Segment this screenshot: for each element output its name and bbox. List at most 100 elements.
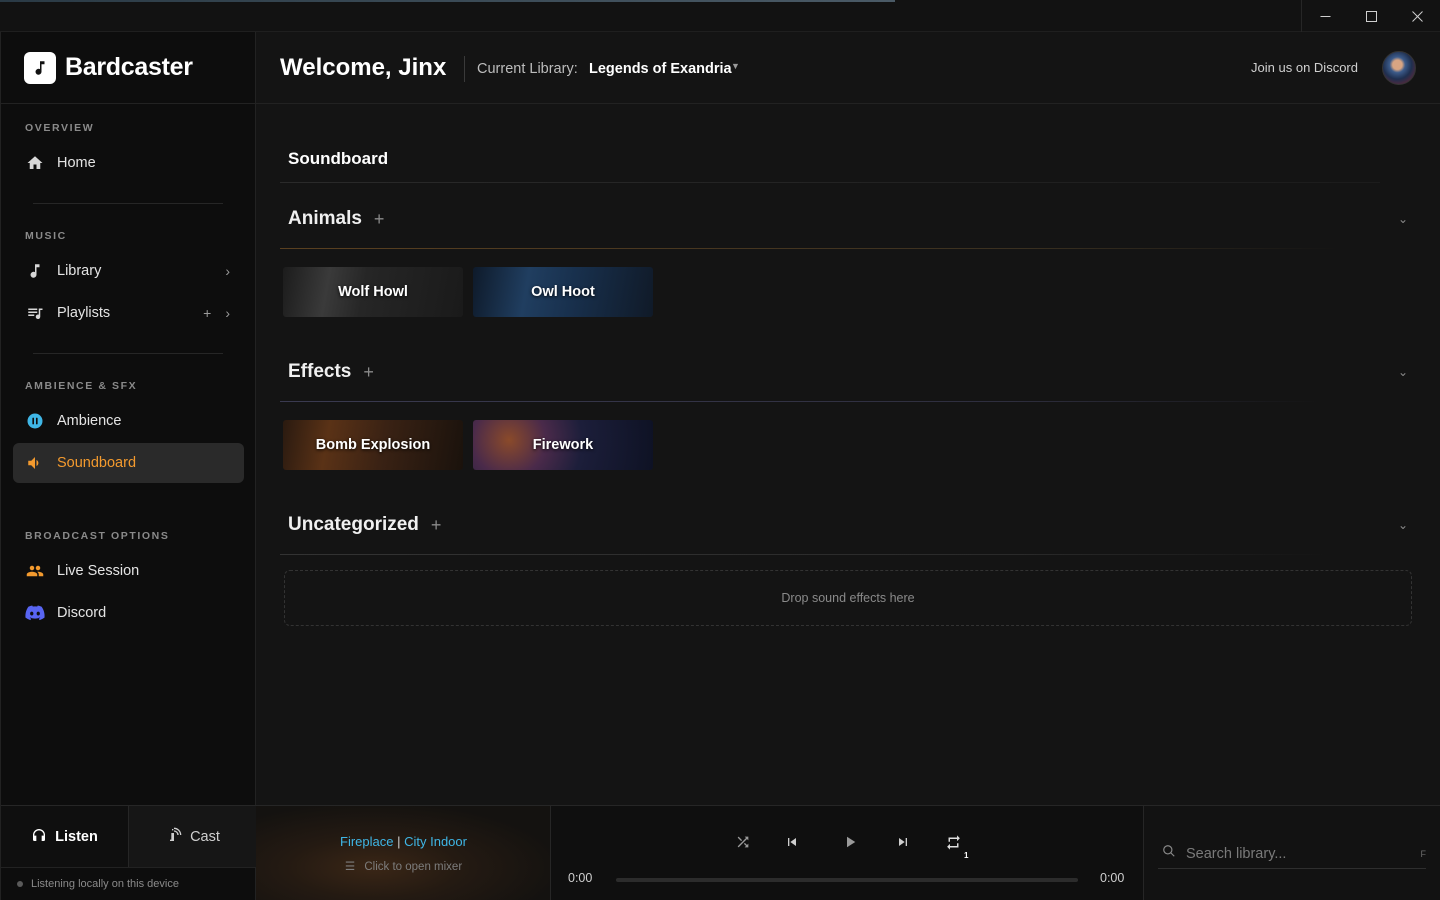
title-divider (280, 182, 1380, 183)
sidebar-item-soundboard[interactable]: Soundboard (13, 443, 244, 483)
category-divider (280, 401, 1320, 402)
sound-tile-bomb-explosion[interactable]: Bomb Explosion (283, 420, 463, 470)
library-label: Current Library: (477, 61, 578, 77)
section-label-overview: OVERVIEW (25, 122, 95, 134)
sound-label: Owl Hoot (531, 284, 595, 300)
track-separator: | (397, 834, 401, 849)
mode-switch: Listen Cast (1, 805, 257, 868)
maximize-icon (1365, 10, 1377, 22)
caret-down-icon[interactable]: ▼ (731, 61, 740, 71)
category-title: Effects (288, 361, 352, 382)
sidebar-item-discord[interactable]: Discord (13, 593, 244, 633)
mixer-hint[interactable]: ☰ Click to open mixer (256, 859, 551, 873)
listen-button[interactable]: Listen (1, 806, 129, 868)
loading-line (0, 0, 895, 2)
now-playing-tracks: Fireplace | City Indoor (256, 834, 551, 849)
sidebar: Bardcaster OVERVIEW Home MUSIC Library ›… (0, 32, 257, 900)
add-playlist-icon[interactable]: + (203, 305, 211, 321)
sidebar-item-home[interactable]: Home (13, 143, 244, 183)
search-shortcut-hint: F (1420, 848, 1427, 859)
window-controls (1301, 0, 1440, 32)
sidebar-item-library[interactable]: Library › (13, 251, 244, 291)
chevron-down-icon[interactable]: ⌄ (1398, 365, 1408, 379)
section-label-broadcast: BROADCAST OPTIONS (25, 530, 170, 542)
play-button[interactable] (838, 830, 862, 854)
listening-status: Listening locally on this device (1, 867, 257, 900)
add-sound-icon[interactable]: + (431, 515, 442, 536)
sound-label: Firework (532, 437, 594, 453)
sound-tile-firework[interactable]: Firework (473, 420, 653, 470)
chevron-right-icon: › (225, 263, 230, 279)
discord-link[interactable]: Join us on Discord (1251, 60, 1358, 75)
divider (33, 203, 223, 204)
header-divider (464, 56, 465, 82)
section-label-music: MUSIC (25, 230, 67, 242)
status-dot (17, 881, 23, 887)
chevron-right-icon: › (225, 305, 230, 321)
speaker-icon (25, 453, 45, 473)
header: Welcome, Jinx Current Library: Legends o… (256, 32, 1440, 104)
sound-tile-owl-hoot[interactable]: Owl Hoot (473, 267, 653, 317)
chevron-down-icon[interactable]: ⌄ (1398, 518, 1408, 532)
repeat-count: 1 (964, 851, 969, 860)
previous-button[interactable] (780, 830, 804, 854)
sidebar-item-label: Soundboard (57, 455, 137, 471)
drop-zone[interactable]: Drop sound effects here (284, 570, 1412, 626)
library-selector[interactable]: Legends of Exandria (589, 61, 732, 77)
home-icon (25, 153, 45, 173)
title-bar (0, 0, 1440, 32)
search-icon (1162, 844, 1178, 863)
cast-button[interactable]: Cast (129, 806, 257, 868)
maximize-button[interactable] (1348, 0, 1394, 32)
shuffle-icon (737, 836, 749, 848)
next-button[interactable] (891, 830, 915, 854)
brand[interactable]: Bardcaster (1, 32, 255, 104)
brand-name: Bardcaster (65, 53, 193, 81)
listen-label: Listen (55, 829, 98, 845)
add-sound-icon[interactable]: + (363, 362, 374, 383)
minimize-button[interactable] (1302, 0, 1348, 32)
player-bar: Fireplace | City Indoor ☰ Click to open … (256, 805, 1440, 900)
chevron-down-icon[interactable]: ⌄ (1398, 212, 1408, 226)
page-title: Soundboard (288, 149, 389, 168)
people-icon (25, 561, 45, 581)
track-name[interactable]: City Indoor (404, 834, 467, 849)
sidebar-item-label: Live Session (57, 563, 140, 579)
track-name[interactable]: Fireplace (340, 834, 393, 849)
add-sound-icon[interactable]: + (374, 209, 385, 230)
category-divider (280, 554, 1330, 555)
close-icon (1411, 10, 1423, 22)
drop-hint: Drop sound effects here (781, 591, 915, 605)
search-input[interactable] (1186, 845, 1406, 862)
sidebar-item-playlists[interactable]: Playlists + › (13, 293, 244, 333)
category-animals[interactable]: Animals + (288, 208, 384, 230)
headphones-icon (31, 827, 47, 847)
minimize-icon (1320, 15, 1330, 17)
now-playing[interactable]: Fireplace | City Indoor ☰ Click to open … (256, 806, 551, 900)
discord-icon (25, 603, 45, 623)
close-button[interactable] (1394, 0, 1440, 32)
section-label-ambience: AMBIENCE & SFX (25, 380, 138, 392)
category-effects[interactable]: Effects + (288, 361, 374, 383)
sidebar-item-label: Library (57, 263, 102, 279)
sidebar-item-label: Playlists (57, 305, 111, 321)
sidebar-item-live-session[interactable]: Live Session (13, 551, 244, 591)
music-note-icon (25, 261, 45, 281)
status-text: Listening locally on this device (31, 878, 179, 890)
sidebar-item-label: Home (57, 155, 96, 171)
sound-label: Wolf Howl (338, 284, 408, 300)
category-title: Animals (288, 208, 362, 229)
time-total: 0:00 (1100, 871, 1125, 885)
sidebar-item-ambience[interactable]: Ambience (13, 401, 244, 441)
repeat-button[interactable] (941, 830, 965, 854)
shuffle-button[interactable] (731, 830, 755, 854)
sound-tile-wolf-howl[interactable]: Wolf Howl (283, 267, 463, 317)
avatar[interactable] (1382, 51, 1416, 85)
ambience-icon (25, 411, 45, 431)
cast-label: Cast (190, 829, 220, 845)
skip-previous-icon (788, 838, 796, 846)
category-divider (280, 248, 1340, 249)
category-uncategorized[interactable]: Uncategorized + (288, 514, 441, 536)
soundboard-panel: Soundboard Animals + ⌄ Wolf Howl Owl Hoo… (256, 104, 1440, 805)
progress-bar[interactable] (616, 878, 1078, 882)
